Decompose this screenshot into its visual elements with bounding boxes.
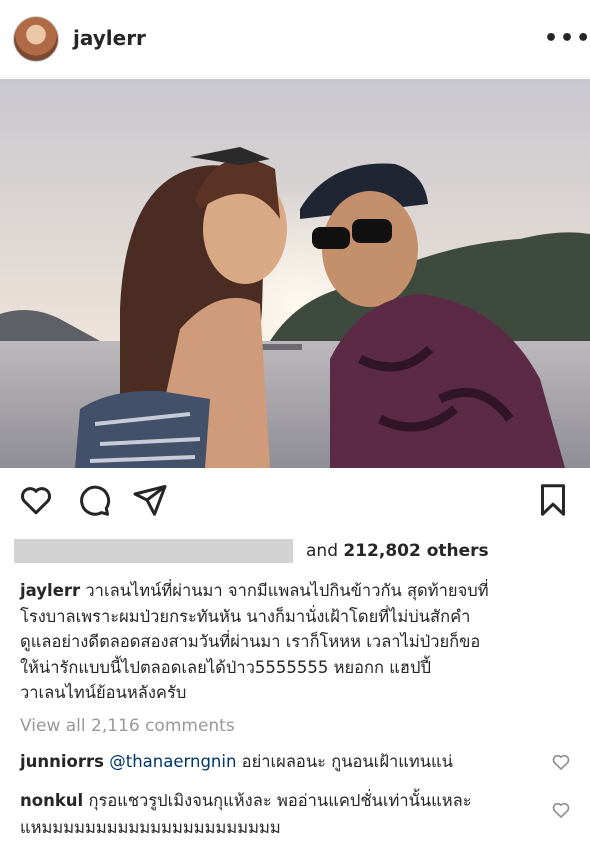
likes-text[interactable]: and 212,802 others	[306, 541, 489, 561]
comment-username[interactable]: nonkul	[20, 791, 83, 810]
post-username[interactable]: jaylerr	[73, 26, 146, 50]
action-bar	[0, 482, 590, 524]
more-options-icon[interactable]: •••	[544, 26, 590, 51]
heart-outline-icon[interactable]	[551, 800, 571, 820]
likes-prefix: and	[306, 541, 344, 561]
bookmark-icon[interactable]	[535, 482, 571, 518]
comment-username[interactable]: junniorrs	[20, 752, 104, 771]
post-caption: jaylerr วาเลนไทน์ที่ผ่านมา จากมีแพลนไปกิ…	[20, 578, 575, 706]
heart-outline-icon[interactable]	[551, 752, 571, 772]
comment-item: junniorrs @thanaerngnin อย่าเผลอนะ กูนอน…	[20, 748, 540, 775]
send-icon[interactable]	[132, 482, 168, 518]
avatar[interactable]	[13, 16, 59, 62]
redacted-liker-names	[14, 539, 293, 563]
comment-item: nonkul กุรอแชวรูปเมิงจนกุแห้งละ พออ่านแค…	[20, 787, 540, 841]
likes-line: and 212,802 others	[14, 538, 574, 564]
post-photo[interactable]	[0, 79, 590, 468]
comment-icon[interactable]	[76, 482, 112, 518]
post-header: jaylerr •••	[0, 0, 590, 78]
likes-count[interactable]: 212,802 others	[343, 541, 488, 561]
comment-text: อย่าเผลอนะ กูนอนเฝ้าแทนแน่	[236, 752, 453, 771]
comment-mention[interactable]: @thanaerngnin	[109, 752, 236, 771]
comment-text: กุรอแชวรูปเมิงจนกุแห้งละ พออ่านแคปชั่นเท…	[20, 791, 472, 837]
heart-icon[interactable]	[18, 482, 54, 518]
view-all-comments-link[interactable]: View all 2,116 comments	[20, 716, 235, 736]
caption-username[interactable]: jaylerr	[20, 581, 80, 600]
caption-text: วาเลนไทน์ที่ผ่านมา จากมีแพลนไปกินข้าวกัน…	[20, 581, 489, 702]
